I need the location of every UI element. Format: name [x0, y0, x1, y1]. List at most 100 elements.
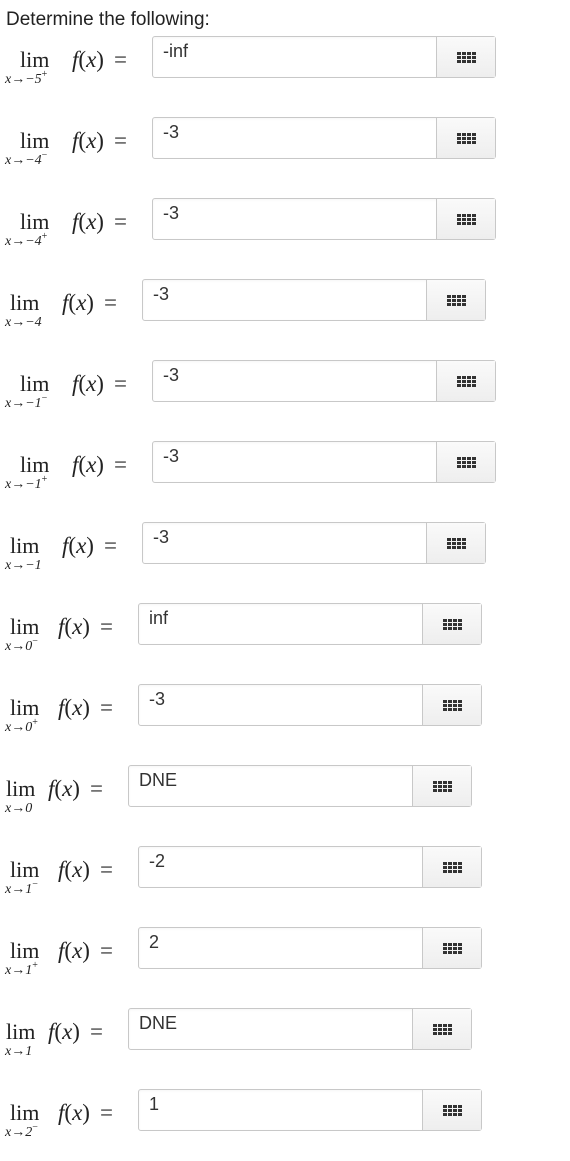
- keypad-grid-icon: [456, 132, 476, 144]
- limit-approach: x→0+: [5, 717, 38, 736]
- keypad-button[interactable]: [412, 1009, 471, 1049]
- answer-input[interactable]: [153, 355, 436, 395]
- keypad-dot: [461, 302, 466, 306]
- function-variable: x: [72, 938, 83, 963]
- keypad-dot: [432, 1023, 437, 1027]
- keypad-dot: [437, 780, 442, 784]
- answer-input[interactable]: [153, 31, 436, 71]
- keypad-grid-icon: [442, 942, 462, 954]
- answer-input[interactable]: [139, 1084, 422, 1124]
- keypad-dot: [456, 464, 461, 468]
- keypad-dot: [442, 699, 447, 703]
- keypad-button[interactable]: [436, 442, 495, 482]
- keypad-dot: [456, 383, 461, 387]
- close-paren: ): [82, 1100, 90, 1125]
- equals-sign: =: [89, 776, 103, 801]
- keypad-dot: [461, 294, 466, 298]
- keypad-dot: [447, 703, 452, 707]
- keypad-dot: [466, 136, 471, 140]
- function-variable: x: [72, 614, 83, 639]
- keypad-dot: [471, 221, 476, 225]
- keypad-dot: [471, 379, 476, 383]
- keypad-button[interactable]: [436, 37, 495, 77]
- answer-input[interactable]: [139, 679, 422, 719]
- keypad-dot: [471, 140, 476, 144]
- keypad-dot: [447, 1112, 452, 1116]
- keypad-grid-icon: [456, 51, 476, 63]
- keypad-dot: [442, 622, 447, 626]
- equals-sign: =: [89, 1019, 103, 1044]
- keypad-button[interactable]: [426, 523, 485, 563]
- keypad-dot: [466, 51, 471, 55]
- answer-input[interactable]: [153, 193, 436, 233]
- limit-approach: x→−1+: [5, 474, 47, 493]
- keypad-dot: [466, 217, 471, 221]
- keypad-button[interactable]: [422, 604, 481, 644]
- keypad-dot: [471, 136, 476, 140]
- keypad-dot: [452, 1112, 457, 1116]
- keypad-dot: [461, 375, 466, 379]
- keypad-dot: [447, 946, 452, 950]
- keypad-button[interactable]: [422, 1090, 481, 1130]
- answer-field: [142, 517, 486, 564]
- answer-input[interactable]: [139, 922, 422, 962]
- keypad-dot: [452, 1108, 457, 1112]
- keypad-button[interactable]: [412, 766, 471, 806]
- keypad-dot: [452, 950, 457, 954]
- equals-sign: =: [99, 1100, 113, 1125]
- keypad-dot: [442, 784, 447, 788]
- keypad-dot: [471, 55, 476, 59]
- keypad-dot: [461, 541, 466, 545]
- open-paren: (: [78, 47, 87, 72]
- answer-input[interactable]: [129, 1003, 412, 1043]
- keypad-dot: [466, 59, 471, 63]
- keypad-dot: [461, 136, 466, 140]
- answer-input[interactable]: [139, 598, 422, 638]
- keypad-dot: [451, 537, 456, 541]
- keypad-button[interactable]: [422, 928, 481, 968]
- keypad-dot: [457, 618, 462, 622]
- close-paren: ): [96, 371, 104, 396]
- keypad-dot: [466, 464, 471, 468]
- keypad-button[interactable]: [436, 199, 495, 239]
- keypad-dot: [471, 375, 476, 379]
- keypad-dot: [471, 51, 476, 55]
- answer-input[interactable]: [139, 841, 422, 881]
- keypad-dot: [457, 699, 462, 703]
- keypad-button[interactable]: [426, 280, 485, 320]
- answer-input[interactable]: [143, 274, 426, 314]
- limit-row: lim x→−1+ f(x) =: [0, 436, 570, 498]
- keypad-dot: [442, 865, 447, 869]
- keypad-button[interactable]: [422, 847, 481, 887]
- answer-input[interactable]: [143, 517, 426, 557]
- keypad-dot: [447, 942, 452, 946]
- equals-sign: =: [113, 209, 127, 234]
- answer-input[interactable]: [129, 760, 412, 800]
- function-variable: x: [86, 452, 97, 477]
- keypad-dot: [456, 541, 461, 545]
- answer-input[interactable]: [153, 112, 436, 152]
- keypad-dot: [461, 217, 466, 221]
- limit-row: lim x→−1− f(x) =: [0, 355, 570, 417]
- keypad-button[interactable]: [436, 118, 495, 158]
- keypad-grid-icon: [456, 213, 476, 225]
- keypad-dot: [456, 375, 461, 379]
- close-paren: ): [96, 47, 104, 72]
- keypad-dot: [456, 298, 461, 302]
- keypad-dot: [446, 302, 451, 306]
- answer-input[interactable]: [153, 436, 436, 476]
- close-paren: ): [72, 1019, 80, 1044]
- keypad-button[interactable]: [436, 361, 495, 401]
- function-variable: x: [76, 533, 87, 558]
- keypad-button[interactable]: [422, 685, 481, 725]
- keypad-dot: [466, 213, 471, 217]
- limit-approach: x→1+: [5, 960, 38, 979]
- keypad-dot: [471, 132, 476, 136]
- keypad-dot: [461, 55, 466, 59]
- keypad-dot: [452, 861, 457, 865]
- keypad-dot: [461, 213, 466, 217]
- keypad-dot: [452, 869, 457, 873]
- answer-field: [152, 355, 496, 402]
- keypad-dot: [457, 622, 462, 626]
- keypad-dot: [457, 626, 462, 630]
